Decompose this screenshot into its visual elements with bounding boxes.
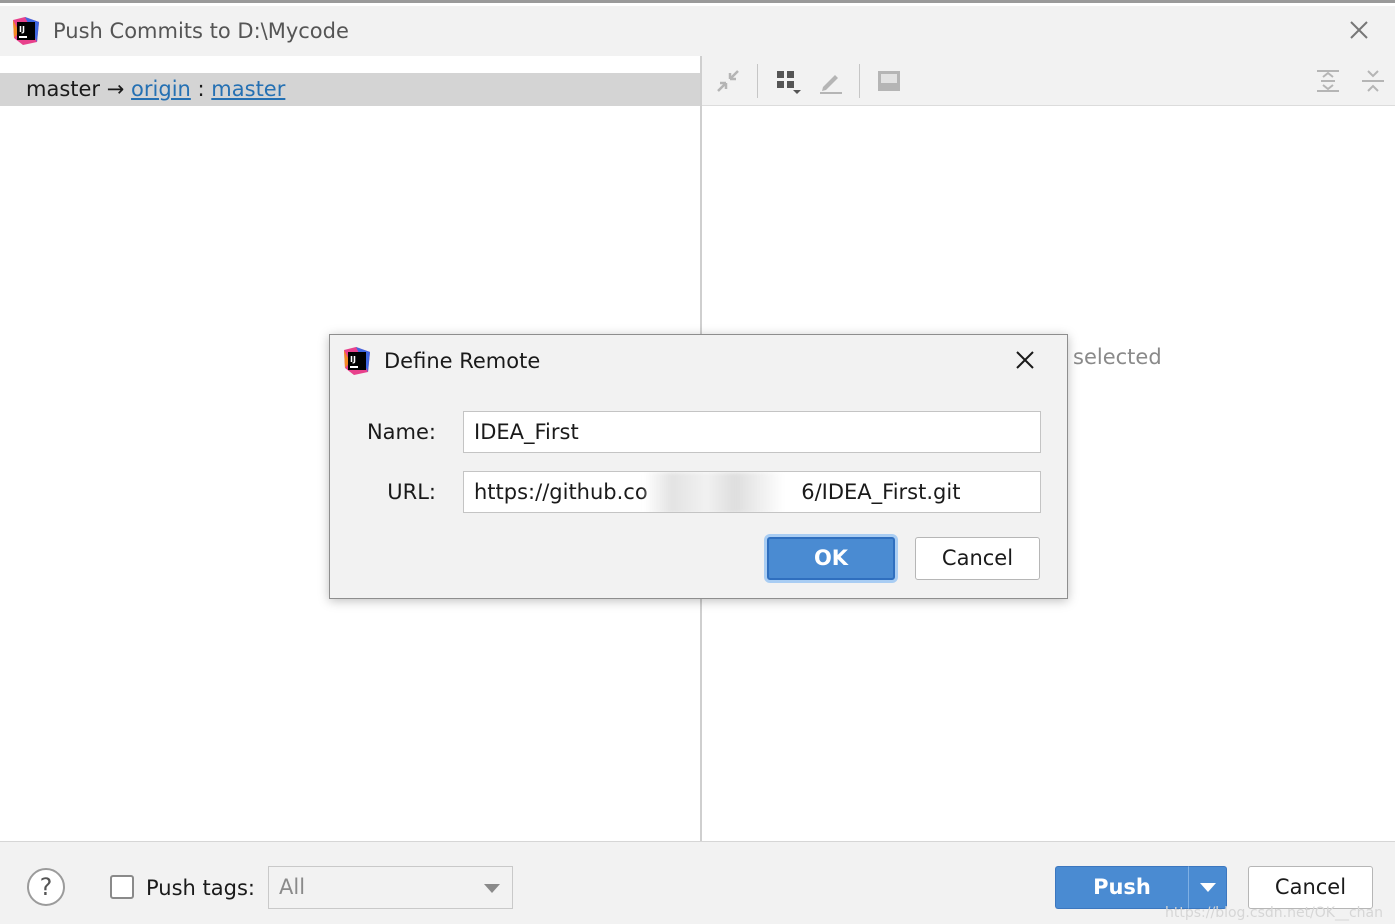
chevron-down-icon	[484, 884, 500, 893]
push-button[interactable]: Push	[1055, 866, 1188, 909]
svg-text:IJ: IJ	[350, 355, 356, 364]
intellij-logo-icon: IJ	[13, 17, 39, 45]
arrow-glyph: →	[106, 77, 125, 101]
push-tags-label: Push tags:	[146, 876, 255, 900]
redacted-region	[644, 472, 784, 512]
chevron-down-icon	[1200, 883, 1216, 892]
collapse-all-icon[interactable]	[1359, 67, 1387, 95]
collapse-icon[interactable]	[714, 67, 742, 95]
branch-row[interactable]: master → origin : master	[0, 73, 700, 106]
tags-select[interactable]: All	[268, 866, 513, 909]
url-input[interactable]: https://github.co 6/IDEA_First.git	[463, 471, 1041, 513]
name-input[interactable]: IDEA_First	[463, 411, 1041, 453]
cancel-button[interactable]: Cancel	[1248, 866, 1373, 909]
intellij-logo-icon: IJ	[344, 347, 370, 375]
url-label: URL:	[387, 480, 436, 504]
ok-button[interactable]: OK	[767, 537, 895, 580]
group-by-icon[interactable]	[774, 67, 802, 95]
target-branch-link[interactable]: master	[211, 77, 285, 101]
push-options-dropdown[interactable]	[1188, 866, 1227, 909]
name-label: Name:	[366, 420, 436, 444]
dialog-cancel-button[interactable]: Cancel	[915, 537, 1040, 580]
help-button[interactable]: ?	[27, 868, 65, 906]
push-commits-window: IJ Push Commits to D:\Mycode master → or…	[0, 0, 1395, 924]
close-icon[interactable]	[1347, 18, 1371, 42]
branch-separator: :	[197, 77, 205, 101]
dialog-title: Define Remote	[384, 349, 541, 373]
toolbar-separator	[757, 64, 758, 98]
bottom-bar: ? Push tags: All Push Cancel https://blo…	[0, 841, 1395, 924]
push-tags-checkbox[interactable]	[110, 875, 134, 899]
empty-state-text: selected	[1073, 345, 1162, 369]
close-icon[interactable]	[1013, 348, 1037, 372]
window-title: Push Commits to D:\Mycode	[53, 19, 349, 43]
svg-text:IJ: IJ	[19, 25, 25, 34]
remote-link[interactable]: origin	[131, 77, 191, 101]
title-bar: IJ Push Commits to D:\Mycode	[0, 6, 1395, 56]
tags-select-value: All	[279, 875, 306, 899]
local-branch: master	[26, 77, 101, 101]
expand-all-icon[interactable]	[1314, 67, 1342, 95]
preview-icon[interactable]	[875, 67, 903, 95]
define-remote-dialog: IJ Define Remote Name: IDEA_First URL: h…	[329, 334, 1068, 599]
changes-toolbar	[702, 56, 1395, 106]
watermark: https://blog.csdn.net/OK__chan	[1165, 905, 1383, 921]
toolbar-separator	[859, 64, 860, 98]
edit-icon[interactable]	[817, 67, 845, 95]
